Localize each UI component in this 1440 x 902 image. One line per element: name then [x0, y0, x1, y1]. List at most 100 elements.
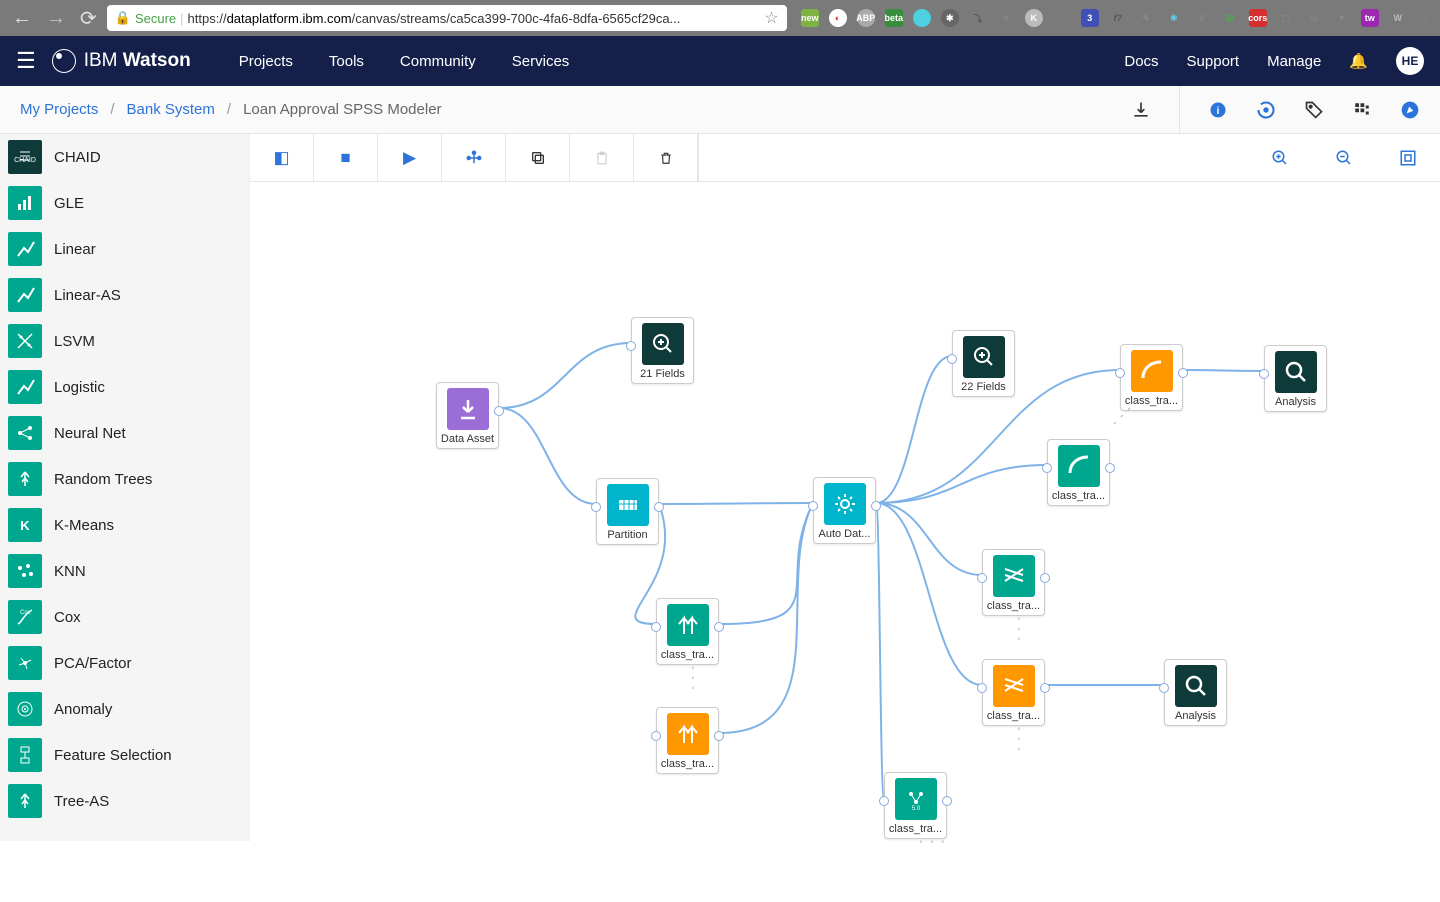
port-in[interactable]: [591, 502, 601, 512]
palette-item-lsvm[interactable]: LSVM: [0, 318, 249, 364]
ext-icon[interactable]: 3: [1081, 9, 1099, 27]
back-button[interactable]: ←: [8, 7, 36, 30]
ext-icon[interactable]: ✕: [997, 9, 1015, 27]
tag-icon[interactable]: [1304, 100, 1324, 120]
node-ct_trees_teal[interactable]: class_tra...: [656, 598, 719, 665]
play-icon[interactable]: ▶: [378, 134, 442, 182]
delete-icon[interactable]: [634, 134, 698, 182]
ext-icon[interactable]: ▭: [1305, 9, 1323, 27]
ext-icon[interactable]: ▼: [1333, 9, 1351, 27]
ext-icon[interactable]: ⤵: [969, 9, 987, 27]
nav-support[interactable]: Support: [1187, 53, 1240, 70]
palette-item-linear-as[interactable]: Linear-AS: [0, 272, 249, 318]
node-ct_c5[interactable]: 5.0class_tra...: [884, 772, 947, 839]
ext-icon[interactable]: [913, 9, 931, 27]
fit-icon[interactable]: [1376, 134, 1440, 182]
port-out[interactable]: [1105, 463, 1115, 473]
palette-item-tree-as[interactable]: Tree-AS: [0, 778, 249, 824]
url-bar[interactable]: 🔒 Secure | https://dataplatform.ibm.com/…: [107, 5, 787, 31]
palette-item-knn[interactable]: KNN: [0, 548, 249, 594]
ext-icon[interactable]: ⬚: [1277, 9, 1295, 27]
copy-icon[interactable]: [506, 134, 570, 182]
port-in[interactable]: [879, 796, 889, 806]
ext-icon[interactable]: V: [1193, 9, 1211, 27]
port-in[interactable]: [651, 622, 661, 632]
zoom-out-icon[interactable]: [1312, 134, 1376, 182]
palette-item-anomaly[interactable]: Anomaly: [0, 686, 249, 732]
crumb-projects[interactable]: My Projects: [20, 101, 98, 118]
add-node-icon[interactable]: [442, 134, 506, 182]
ext-icon[interactable]: ◎: [1221, 9, 1239, 27]
palette-item-neural-net[interactable]: Neural Net: [0, 410, 249, 456]
download-icon[interactable]: [1131, 100, 1151, 120]
stop-icon[interactable]: ■: [314, 134, 378, 182]
ext-icon[interactable]: ABP: [857, 9, 875, 27]
node-analysis1[interactable]: Analysis: [1264, 345, 1327, 412]
node-autodat[interactable]: Auto Dat...: [813, 477, 876, 544]
ext-icon[interactable]: cors: [1249, 9, 1267, 27]
node-ct_teal1[interactable]: class_tra...: [1047, 439, 1110, 506]
grid-icon[interactable]: [1352, 100, 1372, 120]
palette-item-feature-selection[interactable]: Feature Selection: [0, 732, 249, 778]
port-out[interactable]: [714, 731, 724, 741]
palette-item-linear[interactable]: Linear: [0, 226, 249, 272]
ext-icon[interactable]: →: [1053, 9, 1071, 27]
nav-docs[interactable]: Docs: [1124, 53, 1158, 70]
node-ct_teal_lines[interactable]: class_tra...: [982, 549, 1045, 616]
port-in[interactable]: [1259, 369, 1269, 379]
ext-icon[interactable]: K: [1025, 9, 1043, 27]
port-in[interactable]: [808, 501, 818, 511]
port-out[interactable]: [1178, 368, 1188, 378]
ext-icon[interactable]: W: [1389, 9, 1407, 27]
bookmark-icon[interactable]: ☆: [764, 8, 778, 28]
ext-icon[interactable]: beta: [885, 9, 903, 27]
node-analysis2[interactable]: Analysis: [1164, 659, 1227, 726]
nav-community[interactable]: Community: [400, 53, 476, 70]
port-in[interactable]: [1159, 683, 1169, 693]
nav-manage[interactable]: Manage: [1267, 53, 1321, 70]
reload-button[interactable]: ⟳: [76, 6, 101, 31]
hamburger-icon[interactable]: ☰: [16, 48, 36, 74]
node-fields21[interactable]: 21 Fields: [631, 317, 694, 384]
info-icon[interactable]: i: [1208, 100, 1228, 120]
port-out[interactable]: [714, 622, 724, 632]
node-ct_orange_lines[interactable]: class_tra...: [982, 659, 1045, 726]
paste-icon[interactable]: [570, 134, 634, 182]
bell-icon[interactable]: 🔔: [1349, 52, 1368, 70]
ext-icon[interactable]: ✱: [941, 9, 959, 27]
palette-item-chaid[interactable]: CHAIDCHAID: [0, 134, 249, 180]
port-out[interactable]: [494, 406, 504, 416]
user-avatar[interactable]: HE: [1396, 47, 1424, 75]
port-in[interactable]: [1042, 463, 1052, 473]
ext-icon[interactable]: ⚛: [1165, 9, 1183, 27]
palette-item-logistic[interactable]: Logistic: [0, 364, 249, 410]
nav-projects[interactable]: Projects: [239, 53, 293, 70]
ext-icon[interactable]: f?: [1109, 9, 1127, 27]
nav-services[interactable]: Services: [512, 53, 570, 70]
nav-tools[interactable]: Tools: [329, 53, 364, 70]
palette-item-cox[interactable]: CoxCox: [0, 594, 249, 640]
port-in[interactable]: [651, 731, 661, 741]
node-data_asset[interactable]: Data Asset: [436, 382, 499, 449]
compass-icon[interactable]: [1400, 100, 1420, 120]
watson-logo[interactable]: IBM Watson: [52, 49, 191, 73]
zoom-in-icon[interactable]: [1248, 134, 1312, 182]
port-out[interactable]: [654, 502, 664, 512]
port-in[interactable]: [977, 683, 987, 693]
canvas[interactable]: Data Asset21 FieldsPartitionAuto Dat...2…: [250, 182, 1440, 841]
ext-icon[interactable]: new: [801, 9, 819, 27]
port-out[interactable]: [871, 501, 881, 511]
port-in[interactable]: [947, 354, 957, 364]
port-out[interactable]: [942, 796, 952, 806]
forward-button[interactable]: →: [42, 7, 70, 30]
node-fields22[interactable]: 22 Fields: [952, 330, 1015, 397]
node-ct_trees_orange[interactable]: class_tra...: [656, 707, 719, 774]
port-out[interactable]: [1040, 683, 1050, 693]
ext-icon[interactable]: ◐: [829, 9, 847, 27]
port-in[interactable]: [1115, 368, 1125, 378]
palette-item-random-trees[interactable]: Random Trees: [0, 456, 249, 502]
ext-icon[interactable]: tw: [1361, 9, 1379, 27]
palette-item-gle[interactable]: GLE: [0, 180, 249, 226]
ext-icon[interactable]: ✎: [1137, 9, 1155, 27]
palette-item-pca-factor[interactable]: PCA/Factor: [0, 640, 249, 686]
